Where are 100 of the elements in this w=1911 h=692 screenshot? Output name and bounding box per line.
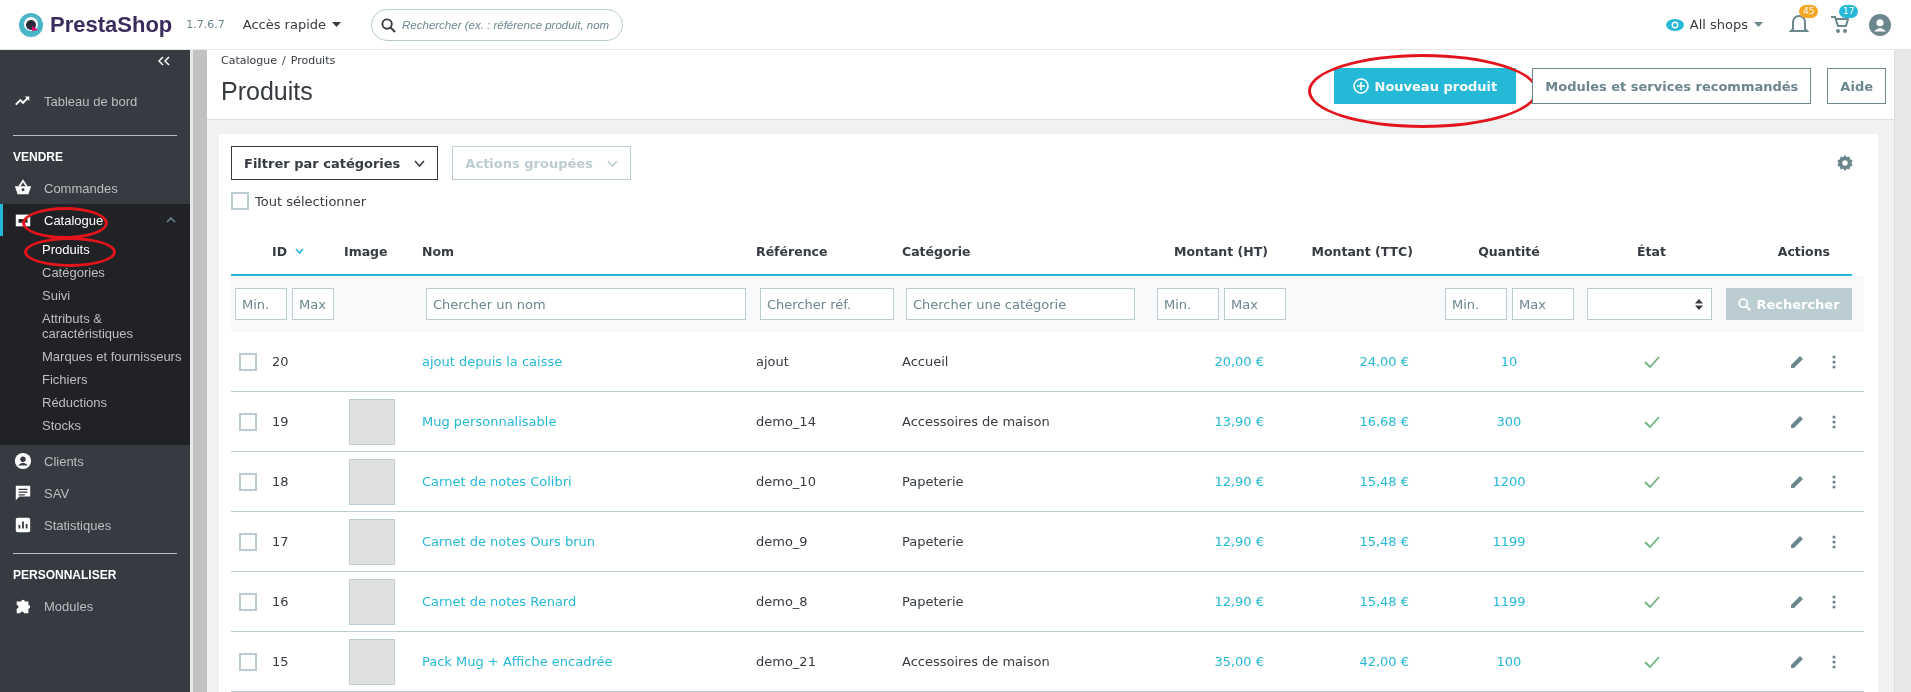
table-cell: demo_14 xyxy=(756,414,816,429)
sidebar-item[interactable]: SAV xyxy=(0,477,190,509)
sidebar-subitem[interactable]: Catégories xyxy=(42,261,105,284)
table-cell: 19 xyxy=(272,414,289,429)
reference-search-field[interactable]: Chercher réf. xyxy=(760,288,894,320)
sidebar-section-title: PERSONNALISER xyxy=(13,553,177,590)
more-icon[interactable] xyxy=(1832,654,1836,669)
sort-arrows-icon xyxy=(1695,298,1703,310)
quantity-min-field[interactable]: Min. xyxy=(1445,288,1507,320)
scrollbar[interactable] xyxy=(1894,50,1911,692)
table-cell: Papeterie xyxy=(902,534,964,549)
eye-icon xyxy=(1665,18,1684,31)
sidebar-subitem[interactable]: Fichiers xyxy=(42,368,88,391)
category-search-field[interactable]: Chercher une catégorie xyxy=(906,288,1135,320)
caret-icon xyxy=(332,22,342,27)
table-cell: 20 xyxy=(272,354,289,369)
search-icon xyxy=(381,17,397,33)
quick-access-dropdown[interactable]: Accès rapide xyxy=(242,17,342,32)
table-cell: Accessoires de maison xyxy=(902,654,1050,669)
check-icon[interactable] xyxy=(1643,535,1660,548)
collapse-icon[interactable] xyxy=(158,56,170,66)
search-icon xyxy=(1738,297,1752,311)
caret-icon xyxy=(1754,22,1763,27)
sort-caret-icon[interactable] xyxy=(295,248,305,254)
search-field[interactable]: Rechercher (ex. : référence produit, nom xyxy=(371,8,624,41)
checkbox[interactable] xyxy=(239,472,257,491)
person-icon xyxy=(14,452,32,470)
chat-icon xyxy=(14,484,32,502)
check-icon[interactable] xyxy=(1643,655,1660,668)
check-icon[interactable] xyxy=(1643,475,1660,488)
breadcrumb-separator: / xyxy=(282,54,286,67)
sidebar-subitem[interactable]: Réductions xyxy=(42,391,108,414)
more-icon[interactable] xyxy=(1832,414,1836,429)
checkbox[interactable] xyxy=(231,192,249,210)
edit-icon[interactable] xyxy=(1790,354,1804,369)
settings-icon[interactable] xyxy=(1836,154,1854,172)
table-cell: Papeterie xyxy=(902,474,964,489)
sidebar-subitem[interactable]: Stocks xyxy=(42,414,81,437)
checkbox[interactable] xyxy=(239,352,257,371)
edit-icon[interactable] xyxy=(1790,474,1804,489)
edit-icon[interactable] xyxy=(1790,414,1804,429)
category-filter-dropdown[interactable]: Filtrer par catégories xyxy=(231,146,439,180)
column-header[interactable]: Nom xyxy=(422,243,455,259)
quantity-max-field[interactable]: Max xyxy=(1512,288,1574,320)
column-header[interactable]: Montant (TTC) xyxy=(1311,243,1413,259)
checkbox[interactable] xyxy=(239,592,257,611)
basket-icon xyxy=(14,179,32,197)
shop-selector[interactable]: All shops xyxy=(1665,17,1763,32)
edit-icon[interactable] xyxy=(1790,534,1804,549)
checkbox[interactable] xyxy=(239,532,257,551)
table-cell: 18 xyxy=(272,474,289,489)
header-button[interactable]: Modules et services recommandés xyxy=(1532,68,1812,104)
sidebar-item[interactable]: Statistiques xyxy=(0,509,190,541)
column-header[interactable]: État xyxy=(1637,243,1666,259)
name-search-field[interactable]: Chercher un nom xyxy=(426,288,746,320)
check-icon[interactable] xyxy=(1643,595,1660,608)
column-header[interactable]: Catégorie xyxy=(902,243,971,259)
id-max-field[interactable]: Max xyxy=(292,288,334,320)
more-icon[interactable] xyxy=(1832,594,1836,609)
breadcrumb-item[interactable]: Produits xyxy=(290,54,336,67)
table-cell: Accueil xyxy=(902,354,949,369)
bell-icon[interactable] xyxy=(1789,12,1809,35)
select-all-label: Tout sélectionner xyxy=(255,193,367,209)
sidebar-section-title: VENDRE xyxy=(13,135,177,172)
more-icon[interactable] xyxy=(1832,534,1836,549)
sidebar-item[interactable]: Modules xyxy=(0,590,190,622)
sidebar-subitem[interactable]: Marques et fournisseurs xyxy=(42,345,182,368)
check-icon[interactable] xyxy=(1643,355,1660,368)
more-icon[interactable] xyxy=(1832,474,1836,489)
table-cell: Papeterie xyxy=(902,594,964,609)
sidebar-subitem[interactable]: Produits xyxy=(42,238,90,261)
column-header[interactable]: Image xyxy=(344,243,388,259)
column-header[interactable]: Montant (HT) xyxy=(1174,243,1268,259)
column-header[interactable]: Actions xyxy=(1777,243,1830,259)
more-icon[interactable] xyxy=(1832,354,1836,369)
column-header[interactable]: ID xyxy=(272,243,288,259)
sidebar-subitem[interactable]: Attributs & caractéristiques xyxy=(42,307,190,345)
breadcrumb-item[interactable]: Catalogue xyxy=(221,54,277,67)
column-header[interactable]: Quantité xyxy=(1478,243,1540,259)
price-max-field[interactable]: Max xyxy=(1224,288,1286,320)
page-title: Produits xyxy=(221,77,314,106)
check-icon[interactable] xyxy=(1643,415,1660,428)
table-cell: demo_10 xyxy=(756,474,816,489)
sidebar-item[interactable]: Tableau de bord xyxy=(0,79,190,123)
sidebar-subitem[interactable]: Suivi xyxy=(42,284,71,307)
avatar-icon[interactable] xyxy=(1869,13,1891,36)
edit-icon[interactable] xyxy=(1790,654,1804,669)
sidebar-item[interactable]: Clients xyxy=(0,445,190,477)
checkbox[interactable] xyxy=(239,652,257,671)
checkbox[interactable] xyxy=(239,412,257,431)
header-button[interactable]: Aide xyxy=(1827,68,1886,104)
chevron-icon xyxy=(414,159,426,167)
sidebar-item[interactable]: Catalogue xyxy=(0,204,190,236)
column-header[interactable]: Référence xyxy=(756,243,828,259)
id-min-field[interactable]: Min. xyxy=(235,288,287,320)
scrollbar[interactable] xyxy=(190,50,207,692)
sidebar-item[interactable]: Commandes xyxy=(0,172,190,204)
logo-text: PrestaShop xyxy=(50,11,173,38)
price-min-field[interactable]: Min. xyxy=(1157,288,1219,320)
edit-icon[interactable] xyxy=(1790,594,1804,609)
